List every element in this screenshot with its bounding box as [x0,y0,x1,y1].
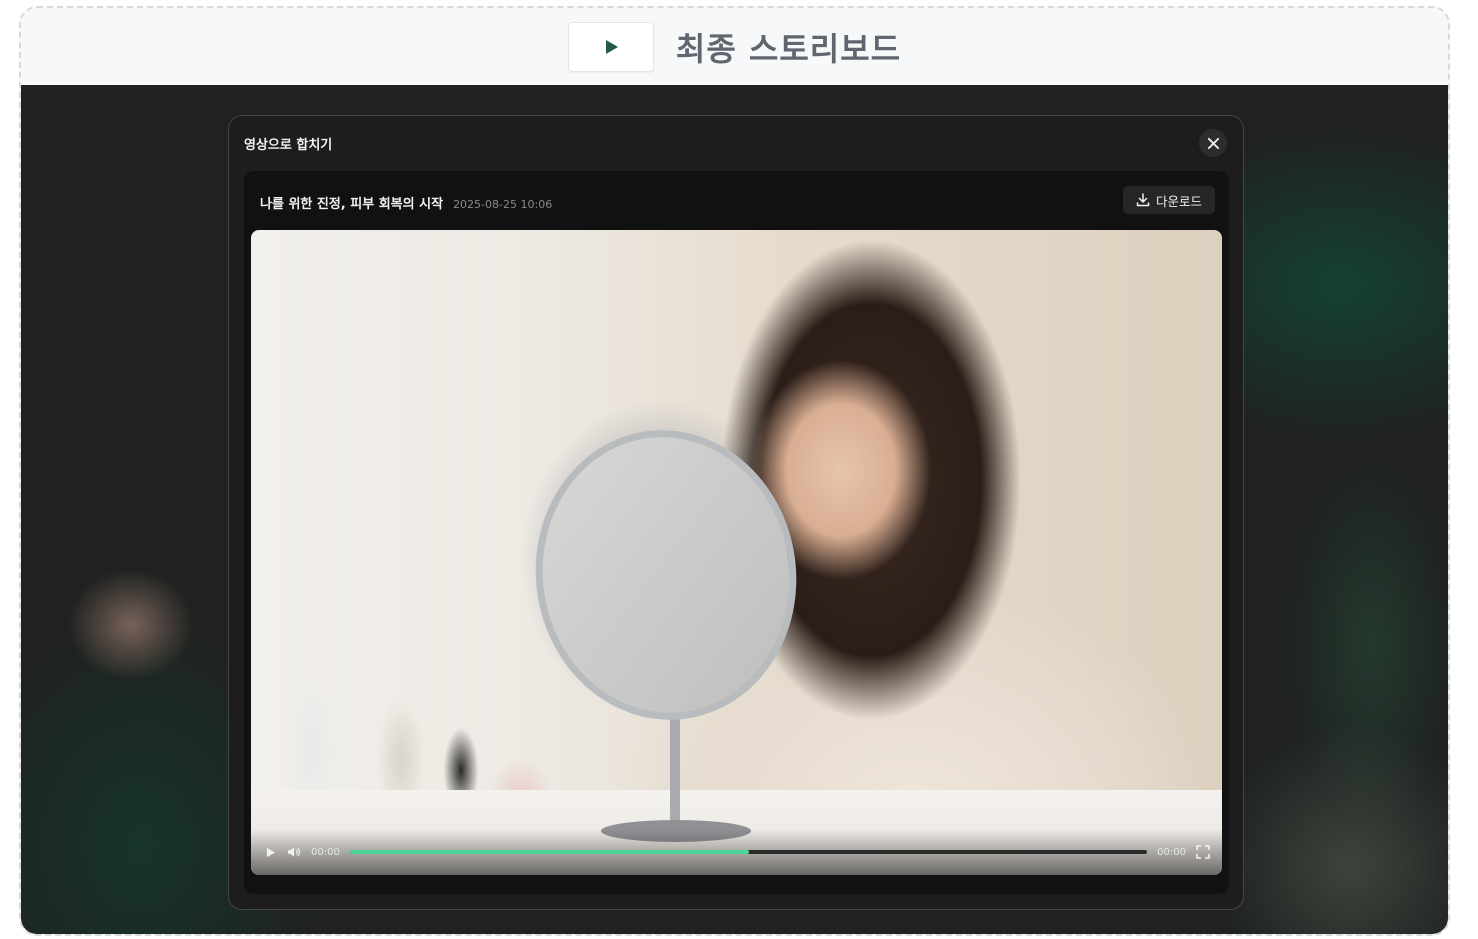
modal-title: 영상으로 합치기 [244,138,333,153]
progress-fill [349,850,749,854]
mirror-stand [670,710,680,830]
duration: 00:00 [1157,846,1186,858]
merge-video-modal: 영상으로 합치기 나를 위한 진정, 피부 회복의 시작 2025-08-25 … [228,115,1244,910]
download-button[interactable]: 다운로드 [1122,186,1215,214]
close-button[interactable] [1199,129,1227,157]
play-icon [605,39,618,54]
volume-button[interactable] [287,845,301,859]
video-title: 나를 위한 진정, 피부 회복의 시작 [260,197,444,212]
progress-track[interactable] [349,850,1148,854]
fullscreen-button[interactable] [1196,845,1210,859]
video-header: 나를 위한 진정, 피부 회복의 시작 2025-08-25 10:06 [260,193,552,212]
video-play-button[interactable] [263,845,277,859]
play-icon [266,847,275,857]
video-controls: 00:00 00:00 [251,829,1222,875]
volume-icon [287,847,301,857]
play-storyboard-button[interactable] [567,21,654,72]
video-date: 2025-08-25 10:06 [453,198,553,211]
video-card: 나를 위한 진정, 피부 회복의 시작 2025-08-25 10:06 다운로… [244,171,1229,894]
modal-backdrop[interactable]: 영상으로 합치기 나를 위한 진정, 피부 회복의 시작 2025-08-25 … [21,85,1448,934]
page-title: 최종 스토리보드 [675,29,902,68]
storyboard-frame: 최종 스토리보드 영상으로 합치기 나를 위한 진정, 피부 회복의 시작 20… [19,6,1450,936]
current-time: 00:00 [311,846,340,858]
video-player[interactable]: 00:00 00:00 [251,230,1222,875]
download-icon [1136,193,1150,207]
header-bar: 최종 스토리보드 [21,8,1448,85]
close-icon [1207,137,1219,149]
fullscreen-icon [1196,845,1210,859]
download-label: 다운로드 [1155,193,1202,209]
